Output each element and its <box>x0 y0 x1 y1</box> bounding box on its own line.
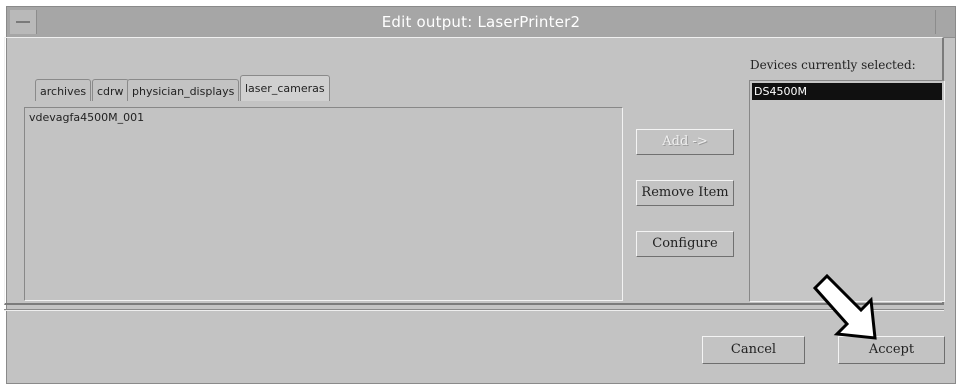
available-devices-list[interactable]: vdevagfa4500M_001 <box>24 107 623 301</box>
configure-button[interactable]: Configure <box>636 231 734 257</box>
add-button[interactable]: Add -> <box>636 129 734 155</box>
devices-selected-label: Devices currently selected: <box>750 58 916 72</box>
tab-archives[interactable]: archives <box>35 79 92 101</box>
tab-cdrw[interactable]: cdrw <box>92 79 129 101</box>
selected-devices-list[interactable]: DS4500M <box>749 80 945 302</box>
tab-physician-displays[interactable]: physician_displays <box>127 79 240 101</box>
pointer-arrow-icon <box>805 270 895 350</box>
tab-laser-cameras[interactable]: laser_cameras <box>240 75 330 101</box>
window-title: Edit output: LaserPrinter2 <box>381 13 581 31</box>
window-control[interactable] <box>935 10 952 34</box>
title-bar: Edit output: LaserPrinter2 <box>7 7 955 38</box>
cancel-button[interactable]: Cancel <box>702 336 805 364</box>
selected-device-item[interactable]: DS4500M <box>752 83 942 100</box>
list-item[interactable]: vdevagfa4500M_001 <box>29 111 144 124</box>
remove-item-button[interactable]: Remove Item <box>636 180 734 206</box>
footer-divider <box>4 309 944 311</box>
